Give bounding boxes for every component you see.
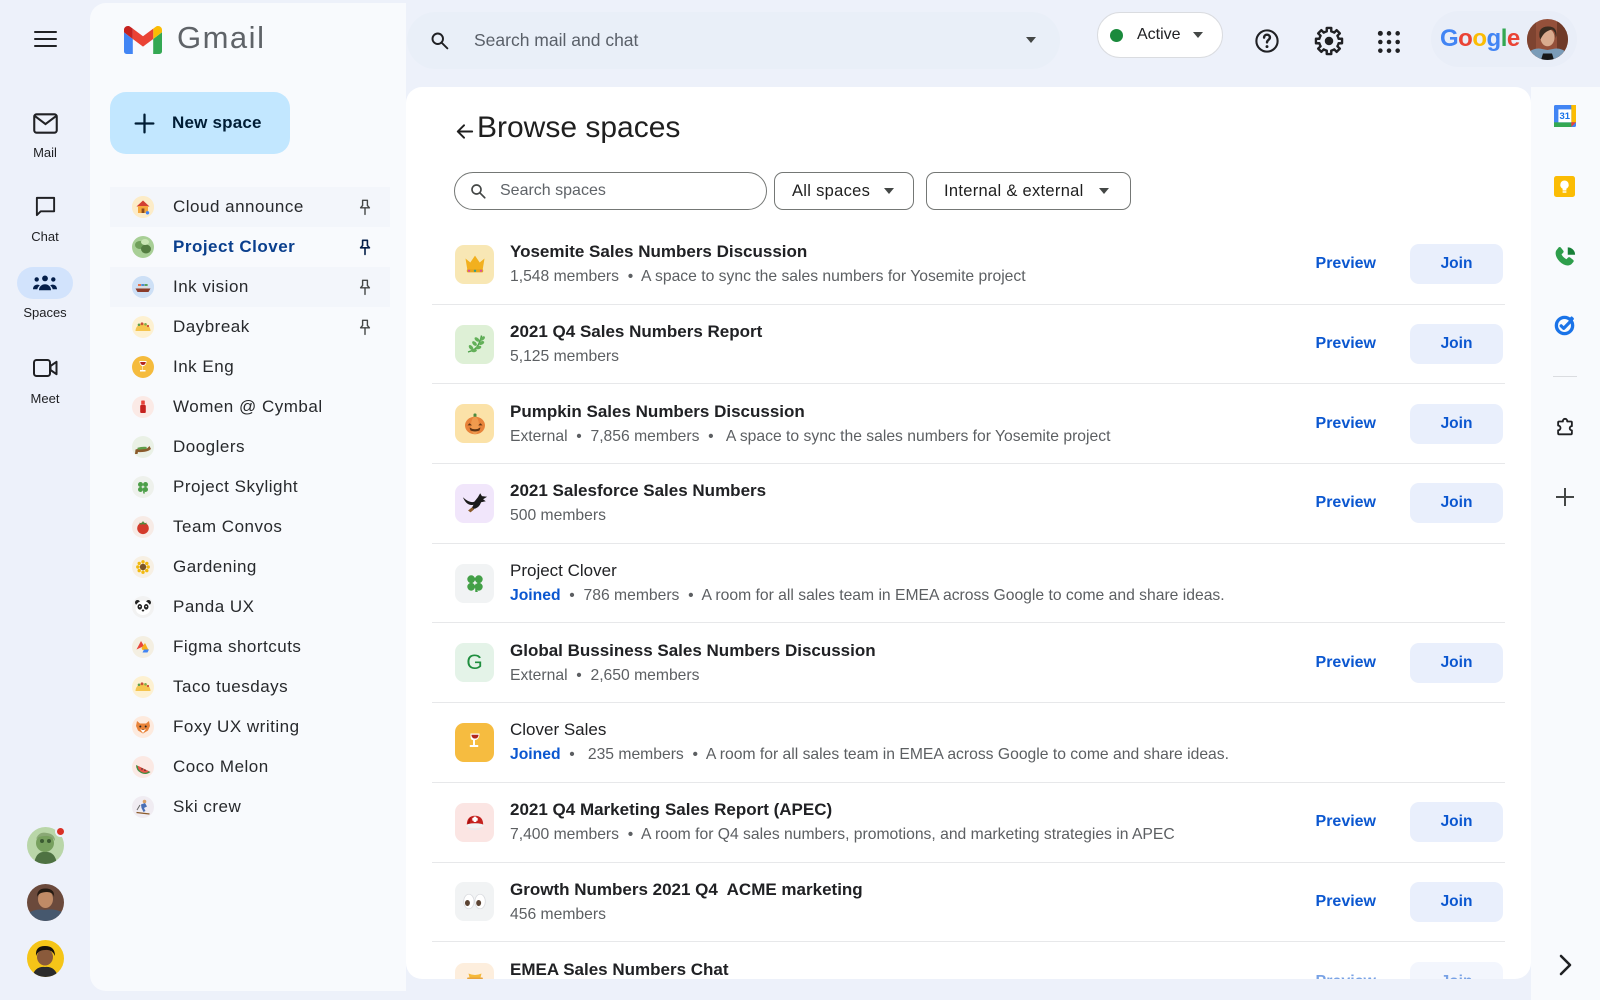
svg-text:31: 31 <box>1560 111 1571 122</box>
